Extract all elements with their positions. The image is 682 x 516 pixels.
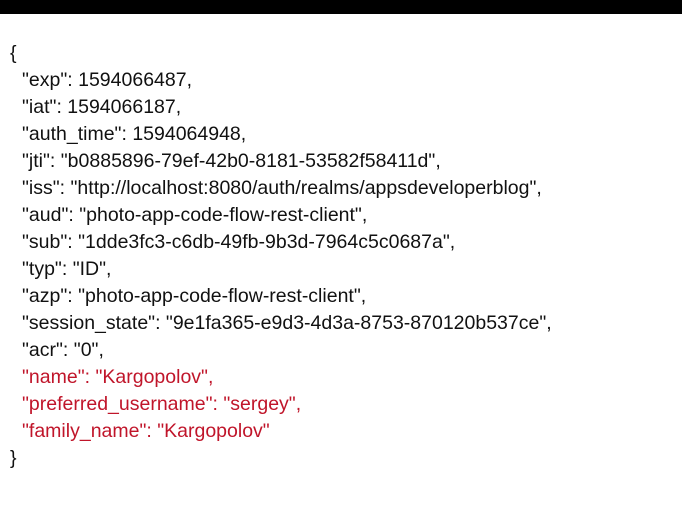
json-close-brace: } — [10, 447, 17, 469]
json-line-preferred-username: "preferred_username": "sergey", — [22, 393, 302, 415]
json-line-aud: "aud": "photo-app-code-flow-rest-client"… — [22, 204, 368, 226]
json-token-view: { "exp": 1594066487, "iat": 1594066187, … — [10, 40, 670, 472]
json-line-session-state: "session_state": "9e1fa365-e9d3-4d3a-875… — [22, 312, 552, 334]
top-black-bar — [0, 0, 682, 14]
json-line-jti: "jti": "b0885896-79ef-42b0-8181-53582f58… — [22, 150, 441, 172]
json-line-typ: "typ": "ID", — [22, 258, 112, 280]
json-line-iss: "iss": "http://localhost:8080/auth/realm… — [22, 177, 542, 199]
json-line-sub: "sub": "1dde3fc3-c6db-49fb-9b3d-7964c5c0… — [22, 231, 456, 253]
json-line-auth-time: "auth_time": 1594064948, — [22, 123, 247, 145]
json-line-iat: "iat": 1594066187, — [22, 96, 182, 118]
json-line-name: "name": "Kargopolov", — [22, 366, 214, 388]
json-line-azp: "azp": "photo-app-code-flow-rest-client"… — [22, 285, 367, 307]
json-line-exp: "exp": 1594066487, — [22, 69, 192, 91]
json-line-family-name: "family_name": "Kargopolov" — [22, 420, 270, 442]
json-line-acr: "acr": "0", — [22, 339, 104, 361]
json-open-brace: { — [10, 42, 17, 64]
